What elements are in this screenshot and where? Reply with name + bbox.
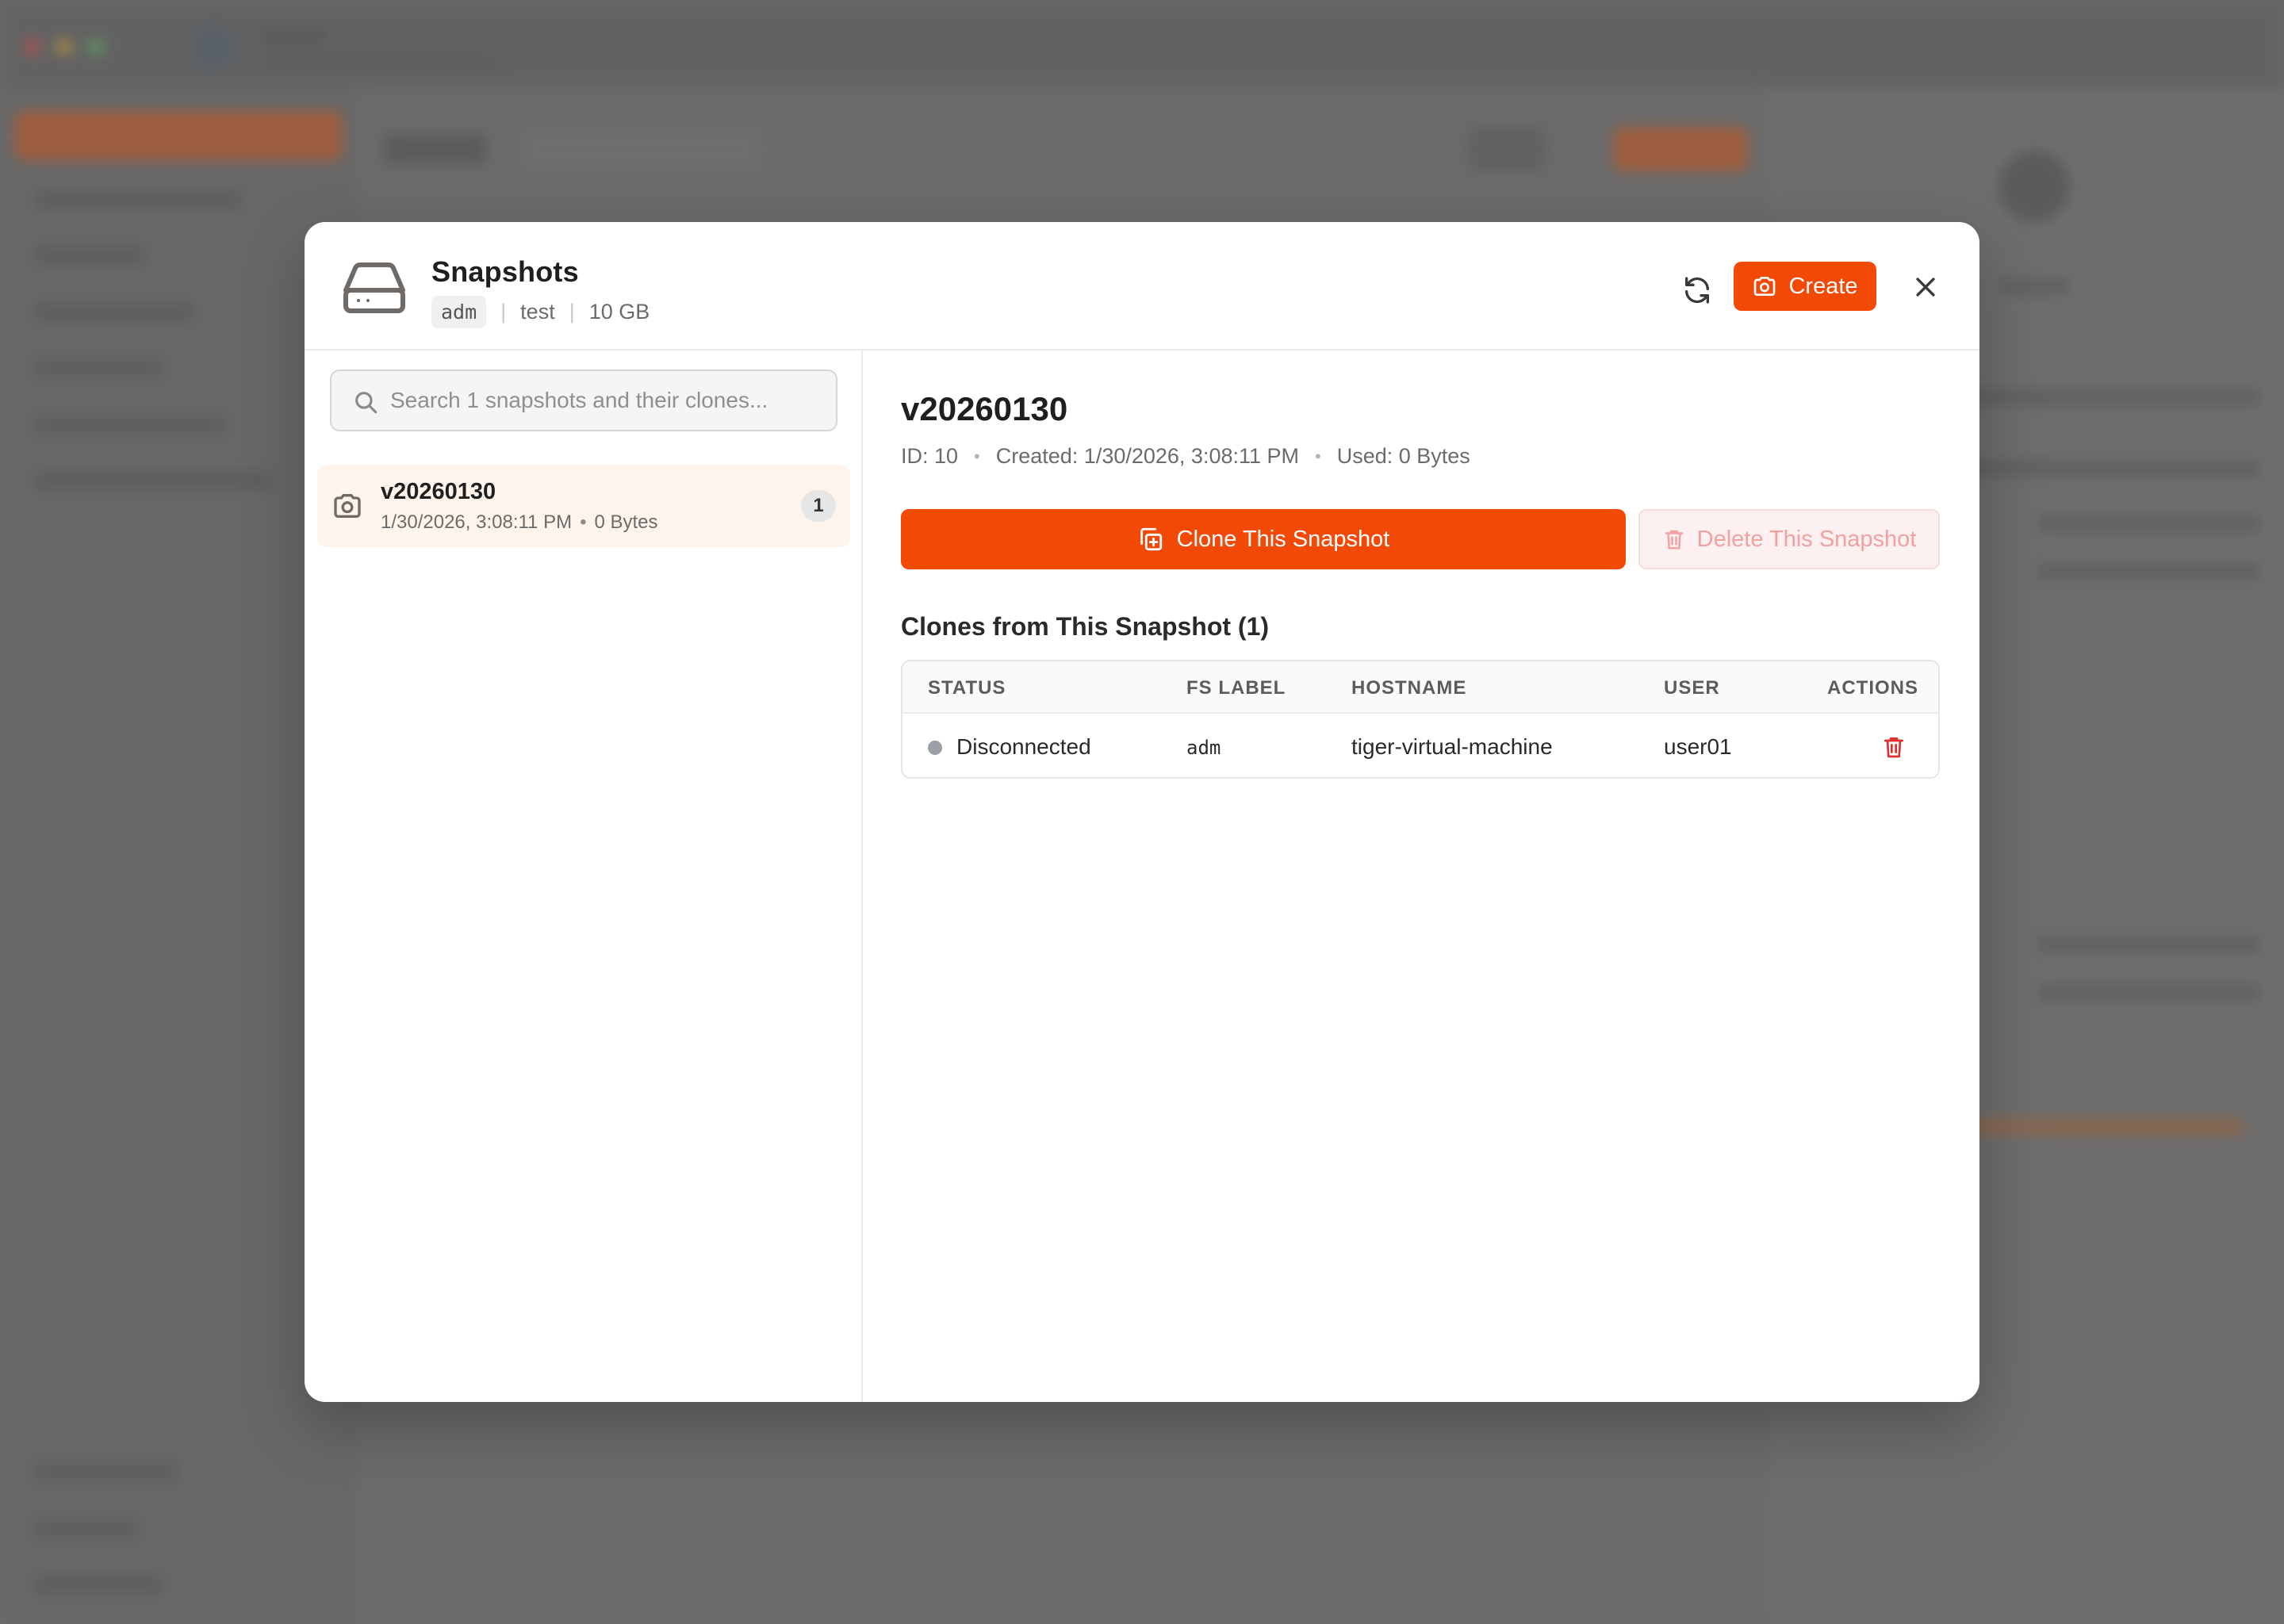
column-header-actions: ACTIONS (1827, 677, 1918, 699)
search-input[interactable] (390, 371, 826, 430)
meta-separator: • (974, 446, 980, 466)
column-header-fs-label: FS LABEL (1186, 677, 1286, 699)
bg-sidebar-item (35, 1462, 178, 1481)
meta-separator: • (1315, 446, 1321, 466)
clone-snapshot-button[interactable]: Clone This Snapshot (901, 509, 1626, 569)
bg-sidebar-item (35, 471, 273, 490)
snapshot-date: 1/30/2026, 3:08:11 PM (381, 511, 573, 533)
table-header-row: STATUS FS LABEL HOSTNAME USER ACTIONS (902, 661, 1938, 714)
bg-rp-line (2038, 936, 2260, 953)
snapshot-dot: • (580, 511, 587, 533)
bg-rp-line (2038, 563, 2260, 580)
bg-sidebar-item (35, 1519, 138, 1538)
volume-meta: adm | test | 10 GB (431, 293, 650, 330)
bg-title-line (262, 29, 325, 44)
search-icon (355, 392, 377, 414)
meta-separator: | (500, 299, 507, 324)
snapshot-subtitle: 1/30/2026, 3:08:11 PM • 0 Bytes (381, 511, 658, 534)
bg-rp-line (2038, 515, 2260, 533)
bg-sidebar (0, 87, 357, 1624)
detail-meta: ID: 10 • Created: 1/30/2026, 3:08:11 PM … (901, 444, 1470, 469)
clone-label: Clone This Snapshot (1176, 526, 1390, 552)
bg-rp-line (1998, 278, 2070, 295)
snapshot-name: v20260130 (381, 479, 496, 504)
snapshot-used: Used: 0 Bytes (1336, 444, 1470, 468)
meta-separator: | (569, 299, 575, 324)
modal-title: Snapshots (431, 255, 579, 288)
refresh-button[interactable] (1673, 266, 1721, 314)
clones-heading: Clones from This Snapshot (1) (901, 612, 1270, 641)
refresh-icon (1685, 277, 1709, 304)
bg-rp-avatar (1998, 151, 2070, 222)
bg-close-dot (24, 38, 41, 56)
clone-hostname: tiger-virtual-machine (1351, 734, 1553, 759)
close-button[interactable] (1905, 266, 1946, 308)
bg-toolbar-pill (1467, 127, 1546, 171)
hard-drive-icon (343, 262, 405, 313)
column-header-user: USER (1664, 677, 1720, 699)
clones-table: STATUS FS LABEL HOSTNAME USER ACTIONS Di… (901, 660, 1940, 779)
table-row: Disconnected adm tiger-virtual-machine u… (902, 714, 1938, 777)
trash-icon (1665, 530, 1683, 550)
bg-sidebar-item (35, 416, 225, 435)
create-button[interactable]: Create (1734, 262, 1876, 311)
snapshot-id: ID: 10 (901, 444, 959, 468)
bg-minimize-dot (56, 38, 73, 56)
delete-label: Delete This Snapshot (1696, 526, 1917, 552)
bg-page-title (384, 133, 487, 165)
modal-header: Snapshots adm | test | 10 GB Create (305, 222, 1979, 350)
bg-toolbar-accent (1613, 127, 1748, 171)
copy-plus-icon (1140, 527, 1162, 551)
bg-sidebar-item (35, 358, 162, 377)
detail-title: v20260130 (901, 390, 1068, 427)
camera-icon (1754, 277, 1776, 296)
volume-size: 10 GB (588, 299, 650, 324)
snapshot-size: 0 Bytes (594, 511, 658, 533)
bg-avatar (190, 24, 238, 71)
clone-count-badge: 1 (801, 490, 836, 522)
column-header-hostname: HOSTNAME (1351, 677, 1467, 699)
volume-name: test (520, 299, 555, 324)
create-label: Create (1788, 273, 1858, 299)
status-dot (928, 741, 942, 755)
delete-snapshot-button[interactable]: Delete This Snapshot (1638, 509, 1940, 569)
bg-sidebar-item (35, 246, 146, 265)
volume-chip: adm (431, 295, 487, 328)
clone-status: Disconnected (956, 734, 1091, 759)
clone-fs-label: adm (1186, 737, 1221, 759)
bg-sidebar-item (35, 190, 241, 209)
snapshot-created: Created: 1/30/2026, 3:08:11 PM (995, 444, 1300, 468)
bg-subtitle-line (262, 56, 500, 68)
snapshots-modal: Snapshots adm | test | 10 GB Create Sear… (305, 222, 1979, 1402)
close-icon (1916, 278, 1935, 297)
snapshot-list-item[interactable]: v20260130 1/30/2026, 3:08:11 PM • 0 Byte… (317, 465, 850, 547)
delete-clone-button[interactable] (1878, 731, 1910, 763)
column-header-status: STATUS (928, 677, 1006, 699)
bg-sidebar-active (14, 111, 343, 160)
bg-zoom-dot (87, 38, 105, 56)
clone-user: user01 (1664, 734, 1732, 759)
trash-icon (1884, 737, 1903, 758)
bg-rp-line (2038, 983, 2260, 1001)
search-box (330, 370, 837, 431)
bg-sidebar-item (35, 1575, 162, 1594)
bg-titlebar (0, 0, 2284, 87)
bg-dropdown (523, 128, 761, 170)
bg-sidebar-item (35, 303, 194, 322)
camera-icon (334, 494, 361, 518)
